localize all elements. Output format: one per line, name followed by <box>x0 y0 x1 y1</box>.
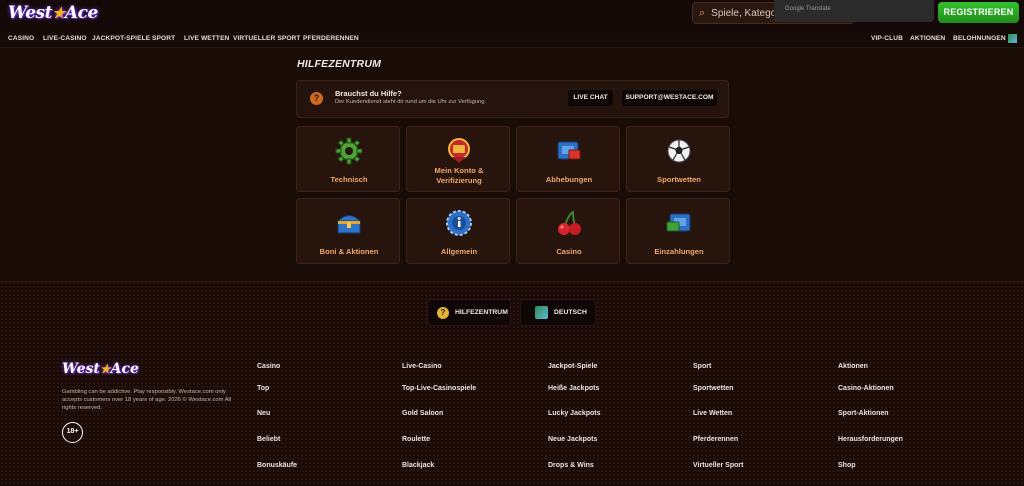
info-chip-icon <box>446 210 472 236</box>
treasure-chest-icon <box>336 215 362 234</box>
nav-casino[interactable]: CASINO <box>8 35 34 42</box>
help-subtext: Der Kundendienst steht dir rund um die U… <box>335 99 487 105</box>
category-label: Einzahlungen <box>654 247 704 256</box>
footer-link[interactable]: Bonuskäufe <box>257 462 297 469</box>
category-label: Boni & Aktionen <box>319 247 379 256</box>
search-icon: ⌕ <box>699 6 706 19</box>
footer-divider <box>0 281 1024 282</box>
globe-flag-icon <box>535 306 548 319</box>
cherries-icon <box>558 210 581 235</box>
help-category-casino[interactable]: Casino <box>516 198 620 264</box>
footer-column-heading[interactable]: Sport <box>693 363 711 370</box>
category-label: Abhebungen <box>545 175 593 184</box>
category-label: Allgemein <box>440 247 478 256</box>
footer-link[interactable]: Pferderennen <box>693 436 738 443</box>
help-category-sportwetten[interactable]: Sportwetten <box>626 126 730 192</box>
footer-link[interactable]: Drops & Wins <box>548 462 594 469</box>
help-category-technisch[interactable]: Technisch <box>296 126 400 192</box>
footer-link[interactable]: Blackjack <box>402 462 434 469</box>
google-translate-label: Google Translate <box>785 6 831 12</box>
footer-link[interactable]: Sport-Aktionen <box>838 410 889 417</box>
footer-link[interactable]: Virtueller Sport <box>693 462 743 469</box>
footer-link[interactable]: Neue Jackpots <box>548 436 597 443</box>
footer-link[interactable]: Top-Live-Casinospiele <box>402 385 476 392</box>
google-translate-bar[interactable]: Google Translate <box>774 0 934 22</box>
nav-live-casino[interactable]: LIVE-CASINO <box>43 35 87 42</box>
logo-text-west: West <box>8 3 52 23</box>
westace-logo[interactable]: West★Ace <box>8 3 98 25</box>
support-email-button[interactable]: SUPPORT@WESTACE.COM <box>622 90 717 106</box>
footer-help-center-button[interactable]: ? HILFEZENTRUM <box>427 299 511 326</box>
category-label-line2: Verifizierung <box>436 176 482 185</box>
help-category-einzahlungen[interactable]: Einzahlungen <box>626 198 730 264</box>
nav-vip-club[interactable]: VIP-CLUB <box>871 35 903 42</box>
footer-link[interactable]: Gold Saloon <box>402 410 443 417</box>
nav-sport[interactable]: SPORT <box>152 35 175 42</box>
footer-ace-star-icon: ★ <box>99 362 111 376</box>
withdrawal-icon <box>557 141 581 160</box>
footer-link[interactable]: Casino-Aktionen <box>838 385 894 392</box>
category-label: Technisch <box>330 175 368 184</box>
help-category-mein-konto[interactable]: Mein Konto & Verifizierung <box>406 126 510 192</box>
nav-virtueller-sport[interactable]: VIRTUELLER SPORT <box>233 35 301 42</box>
page-title: HILFEZENTRUM <box>297 58 382 70</box>
footer-link[interactable]: Live Wetten <box>693 410 732 417</box>
help-category-abhebungen[interactable]: Abhebungen <box>516 126 620 192</box>
nav-live-wetten[interactable]: LIVE WETTEN <box>184 35 229 42</box>
gear-icon <box>335 137 363 165</box>
footer-logo-west: West <box>62 361 100 377</box>
footer-help-center-label: HILFEZENTRUM <box>455 309 508 316</box>
language-flag-icon[interactable] <box>1008 34 1017 43</box>
footer-link[interactable]: Heiße Jackpots <box>548 385 599 392</box>
help-coin-icon: ? <box>437 307 449 319</box>
footer-column-heading[interactable]: Live-Casino <box>402 363 442 370</box>
footer-disclaimer: Gambling can be addictive. Play responsi… <box>62 389 232 411</box>
category-label: Casino <box>556 247 582 256</box>
footer-language-button[interactable]: DEUTSCH <box>520 299 596 326</box>
footer-column-heading[interactable]: Casino <box>257 363 280 370</box>
footer-link[interactable]: Roulette <box>402 436 430 443</box>
register-button[interactable]: REGISTRIEREN <box>938 2 1019 23</box>
ace-star-icon: ★ <box>51 4 65 22</box>
soccer-ball-icon <box>667 139 691 163</box>
account-badge-icon <box>448 138 470 163</box>
footer-logo-ace: Ace <box>110 361 139 377</box>
footer-column-heading[interactable]: Aktionen <box>838 363 868 370</box>
footer-logo[interactable]: West★Ace <box>62 361 139 377</box>
help-category-allgemein[interactable]: Allgemein <box>406 198 510 264</box>
footer-link[interactable]: Beliebt <box>257 436 280 443</box>
footer-link[interactable]: Sportwetten <box>693 385 733 392</box>
logo-text-ace: Ace <box>64 3 98 23</box>
nav-pferderennen[interactable]: PFERDERENNEN <box>303 35 359 42</box>
nav-belohnungen[interactable]: BELOHNUNGEN <box>953 35 1006 42</box>
help-question: Brauchst du Hilfe? <box>335 89 402 98</box>
nav-aktionen[interactable]: AKTIONEN <box>910 35 945 42</box>
footer-link[interactable]: Herausforderungen <box>838 436 903 443</box>
help-category-boni[interactable]: Boni & Aktionen <box>296 198 400 264</box>
footer-link[interactable]: Shop <box>838 462 856 469</box>
question-icon: ? <box>310 92 323 105</box>
age-restriction-badge: 18+ <box>62 422 83 443</box>
footer-link[interactable]: Lucky Jackpots <box>548 410 601 417</box>
nav-jackpot-spiele[interactable]: JACKPOT-SPIELE <box>92 35 150 42</box>
footer <box>0 281 1024 486</box>
footer-column-heading[interactable]: Jackpot-Spiele <box>548 363 597 370</box>
deposit-icon <box>666 213 691 232</box>
live-chat-button[interactable]: LIVE CHAT <box>568 90 613 106</box>
footer-link[interactable]: Top <box>257 385 269 392</box>
category-label: Sportwetten <box>657 175 701 184</box>
category-label: Mein Konto & <box>434 166 484 175</box>
footer-link[interactable]: Neu <box>257 410 270 417</box>
footer-language-label: DEUTSCH <box>554 309 587 316</box>
